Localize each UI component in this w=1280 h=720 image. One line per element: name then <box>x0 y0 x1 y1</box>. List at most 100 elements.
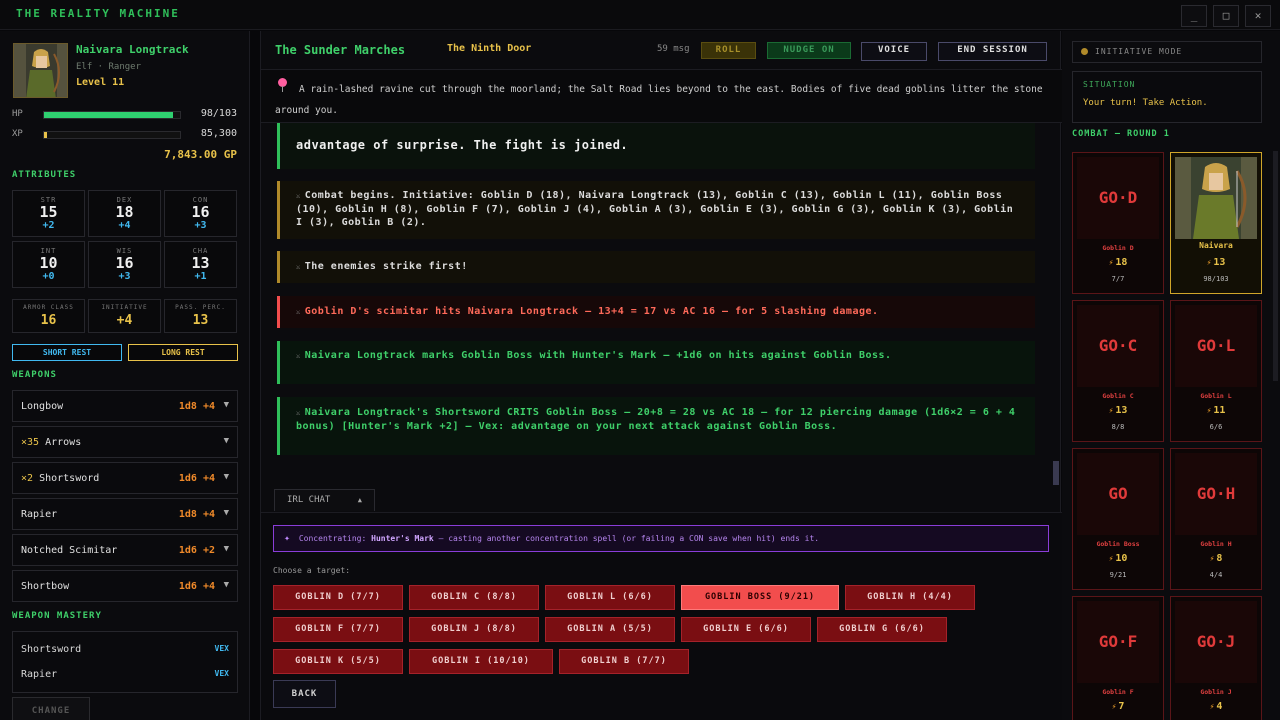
character-portrait <box>1175 157 1257 239</box>
chevron-down-icon[interactable]: ▼ <box>224 508 229 518</box>
initiative-card[interactable]: GO·L Goblin L ⚡ 11 6/6 <box>1170 300 1262 442</box>
initiative-card[interactable]: GO·D Goblin D ⚡ 18 7/7 <box>1072 152 1164 294</box>
maximize-button[interactable]: □ <box>1213 5 1239 27</box>
xp-label: XP <box>12 129 23 139</box>
attribute-score: 18 <box>115 203 134 221</box>
weapon-row[interactable]: Longbow 1d8 +4 ▼ <box>12 390 238 422</box>
crossed-swords-icon: ⚔ <box>296 308 301 316</box>
combatant-name: Goblin L <box>1200 392 1232 400</box>
initiative-card[interactable]: GO Goblin Boss ⚡ 10 9/21 <box>1072 448 1164 590</box>
combatant-name: Naivara <box>1199 241 1233 250</box>
combatant-initiative: 11 <box>1213 405 1226 416</box>
roll-button[interactable]: ROLL <box>701 42 756 59</box>
long-rest-button[interactable]: LONG REST <box>128 344 238 361</box>
attribute-wis: WIS 16 +3 <box>88 241 161 288</box>
stat-label: INITIATIVE <box>101 304 148 311</box>
enemy-art: GO·F <box>1077 601 1159 683</box>
weapon-name: Shortbow <box>21 581 70 592</box>
combatant-initiative: 4 <box>1216 701 1223 712</box>
weapon-row[interactable]: Shortbow 1d6 +4 ▼ <box>12 570 238 602</box>
initiative-card[interactable]: Naivara ⚡ 13 98/103 <box>1170 152 1262 294</box>
weapon-name-group: ×35 Arrows <box>21 437 81 448</box>
target-button[interactable]: GOBLIN B (7/7) <box>559 649 689 674</box>
mastery-row: Shortsword VEX <box>21 644 229 655</box>
back-button[interactable]: BACK <box>273 680 336 708</box>
choose-target-prompt: Choose a target: <box>273 566 351 575</box>
short-rest-button[interactable]: SHORT REST <box>12 344 122 361</box>
character-portrait <box>13 43 68 98</box>
target-button[interactable]: GOBLIN G (6/6) <box>817 617 947 642</box>
initiative-mode-toggle[interactable]: INITIATIVE MODE <box>1072 41 1262 63</box>
end-session-button[interactable]: END SESSION <box>938 42 1047 61</box>
attribute-modifier: +2 <box>42 220 55 231</box>
target-button[interactable]: GOBLIN BOSS (9/21) <box>681 585 839 610</box>
log-scrollbar[interactable] <box>1053 461 1059 485</box>
change-mastery-button[interactable]: CHANGE <box>12 697 90 720</box>
weapon-row[interactable]: ×35 Arrows ▼ <box>12 426 238 458</box>
target-button[interactable]: GOBLIN F (7/7) <box>273 617 403 642</box>
voice-button[interactable]: VOICE <box>861 42 927 61</box>
title-bar: THE REALITY MACHINE _ □ ✕ <box>0 0 1280 30</box>
attribute-modifier: +3 <box>118 271 131 282</box>
target-button[interactable]: GOBLIN K (5/5) <box>273 649 403 674</box>
weapon-name-group: ×2 Shortsword <box>21 473 99 484</box>
attributes-header: ATTRIBUTES <box>12 170 77 180</box>
minimize-button[interactable]: _ <box>1181 5 1207 27</box>
crossed-swords-icon: ⚔ <box>296 192 301 200</box>
chevron-down-icon[interactable]: ▼ <box>224 436 229 446</box>
target-button[interactable]: GOBLIN J (8/8) <box>409 617 539 642</box>
weapon-row[interactable]: Notched Scimitar 1d6 +2 ▼ <box>12 534 238 566</box>
attribute-modifier: +4 <box>118 220 131 231</box>
chevron-down-icon[interactable]: ▼ <box>224 580 229 590</box>
lightning-icon: ⚡ <box>1111 702 1117 711</box>
attribute-modifier: +1 <box>194 271 207 282</box>
combatant-initiative-group: ⚡ 13 <box>1171 257 1261 268</box>
mastery-weapon: Rapier <box>21 669 58 680</box>
enemy-art-label: GO <box>1108 484 1128 503</box>
combatant-hp: 9/21 <box>1109 571 1127 579</box>
irl-chat-tab[interactable]: IRL CHAT ▲ <box>274 489 375 511</box>
weapon-name: Longbow <box>21 401 64 412</box>
target-button[interactable]: GOBLIN L (6/6) <box>545 585 675 610</box>
initiative-card[interactable]: GO·H Goblin H ⚡ 8 4/4 <box>1170 448 1262 590</box>
enemy-art: GO·C <box>1077 305 1159 387</box>
stat-value: +4 <box>116 313 133 328</box>
weapon-name-group: Shortbow <box>21 581 69 592</box>
scene-text: A rain-lashed ravine cut through the moo… <box>275 84 1043 116</box>
initiative-card[interactable]: GO·J Goblin J ⚡ 4 <box>1170 596 1262 720</box>
chevron-down-icon[interactable]: ▼ <box>224 544 229 554</box>
target-button[interactable]: GOBLIN E (6/6) <box>681 617 811 642</box>
target-button[interactable]: GOBLIN H (4/4) <box>845 585 975 610</box>
log-entry-system: ⚔ Combat begins. Initiative: Goblin D (18… <box>277 181 1035 239</box>
weapon-quantity: ×35 <box>21 437 40 448</box>
enemy-art-label: GO·F <box>1098 632 1138 651</box>
combatant-initiative-group: ⚡ 11 <box>1171 405 1261 416</box>
weapon-damage: 1d8 +4 <box>178 401 215 412</box>
nudge-toggle[interactable]: NUDGE ON <box>767 42 851 59</box>
weapon-row[interactable]: ×2 Shortsword 1d6 +4 ▼ <box>12 462 238 494</box>
weapon-damage: 1d6 +2 <box>178 545 215 556</box>
combatant-hp: 8/8 <box>1111 423 1125 431</box>
enemy-art: GO·L <box>1175 305 1257 387</box>
weapon-name: Shortsword <box>39 473 100 484</box>
initiative-card[interactable]: GO·F Goblin F ⚡ 7 <box>1072 596 1164 720</box>
chevron-down-icon[interactable]: ▼ <box>224 400 229 410</box>
log-text: Goblin D's scimitar hits Naivara Longtra… <box>304 306 879 317</box>
mastery-tag: VEX <box>214 669 229 678</box>
target-button[interactable]: GOBLIN D (7/7) <box>273 585 403 610</box>
attribute-con: CON 16 +3 <box>164 190 237 237</box>
target-button[interactable]: GOBLIN C (8/8) <box>409 585 539 610</box>
log-text: advantage of surprise. The fight is join… <box>296 138 629 152</box>
attribute-score: 15 <box>39 203 58 221</box>
initiative-scrollbar[interactable] <box>1273 151 1278 381</box>
close-button[interactable]: ✕ <box>1245 5 1271 27</box>
action-area: ✦ Concentrating: Hunter's Mark — casting… <box>261 512 1062 720</box>
target-button[interactable]: GOBLIN I (10/10) <box>409 649 553 674</box>
combatant-hp: 98/103 <box>1203 275 1229 283</box>
weapon-name-group: Notched Scimitar <box>21 545 117 556</box>
combatant-initiative: 13 <box>1115 405 1128 416</box>
target-button[interactable]: GOBLIN A (5/5) <box>545 617 675 642</box>
weapon-row[interactable]: Rapier 1d8 +4 ▼ <box>12 498 238 530</box>
initiative-card[interactable]: GO·C Goblin C ⚡ 13 8/8 <box>1072 300 1164 442</box>
chevron-down-icon[interactable]: ▼ <box>224 472 229 482</box>
